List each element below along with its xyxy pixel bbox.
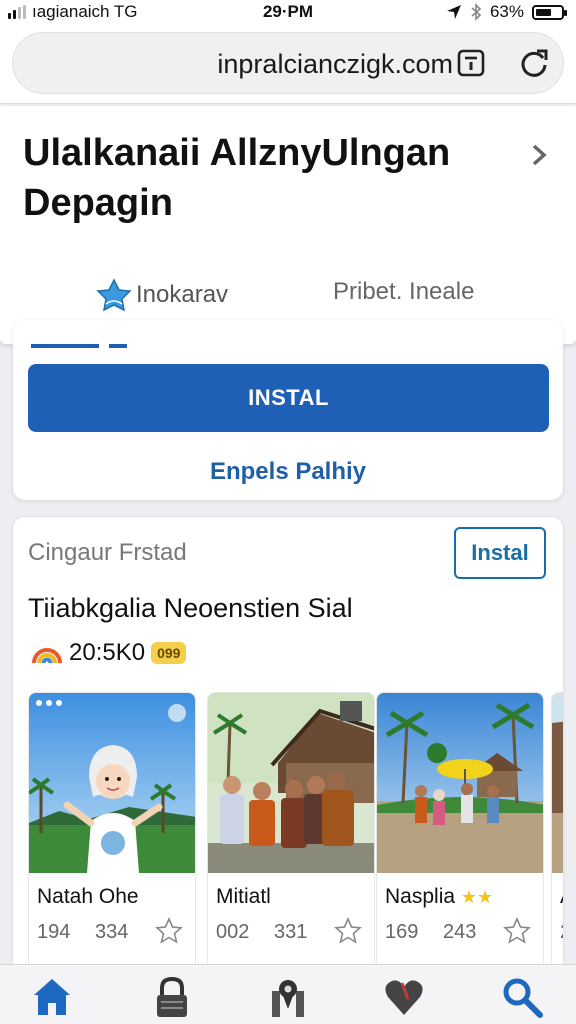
reload-icon[interactable] xyxy=(517,46,551,80)
address-bar[interactable]: inpralcianczigk.com xyxy=(12,32,564,94)
heart-icon[interactable] xyxy=(382,975,426,1019)
screenshot-title: Aa xyxy=(560,885,563,909)
star-outline-icon[interactable] xyxy=(334,917,362,945)
page-header: Ulalkanaii AllznyUlngan Depagin Inokarav… xyxy=(0,106,576,344)
tab-inokarav[interactable]: Inokarav xyxy=(96,278,228,312)
rating-count: 20:5K0 xyxy=(69,639,146,666)
rating-stars: ★★ xyxy=(460,887,494,907)
tab-indicator-secondary xyxy=(109,344,127,348)
screenshot-image-group xyxy=(208,693,374,873)
screenshot-count-a: 29 xyxy=(560,921,563,944)
search-icon[interactable] xyxy=(500,975,544,1019)
screenshot-count-b: 334 xyxy=(95,921,129,943)
status-bar: ıagianaich TG 29·PM 63% xyxy=(0,0,576,24)
install-button[interactable]: INSTAL xyxy=(28,364,549,432)
screenshot-image-house xyxy=(552,693,563,873)
battery-icon xyxy=(532,4,567,20)
screenshot-image-village xyxy=(377,693,543,873)
screenshot-image-child xyxy=(29,693,195,873)
battery-percent: 63% xyxy=(489,2,524,21)
map-pin-icon[interactable] xyxy=(266,975,310,1019)
install-card: INSTAL Enpels Palhiy xyxy=(13,320,563,500)
screenshot-title-text: Nasplia xyxy=(385,885,456,908)
screenshot-title: Mitiatl xyxy=(216,885,271,908)
tab-pribet[interactable]: Pribet. Ineale xyxy=(333,278,474,306)
screenshot-title: Nasplia ★★ xyxy=(385,885,493,909)
rating-badge: 099 xyxy=(151,642,187,664)
app-category: Cingaur Frstad xyxy=(28,539,187,566)
tab-label: Inokarav xyxy=(136,281,229,308)
screenshot-count-b: 331 xyxy=(274,921,308,943)
tab-label: Pribet. Ineale xyxy=(333,278,475,305)
screenshot-title: Natah Ohe xyxy=(37,885,139,908)
battery-fill xyxy=(536,8,552,16)
location-arrow-icon xyxy=(446,5,461,19)
screenshot-count-a: 169 xyxy=(385,921,419,943)
chevron-right-icon[interactable] xyxy=(526,136,554,174)
browser-toolbar: inpralcianczigk.com xyxy=(0,24,576,104)
page-title: Ulalkanaii AllznyUlngan Depagin xyxy=(23,128,503,228)
screenshot-count-a: 194 xyxy=(37,921,71,943)
screenshot-count-a: 002 xyxy=(216,921,250,943)
home-icon[interactable] xyxy=(30,975,74,1019)
lock-icon[interactable] xyxy=(150,975,194,1019)
star-outline-icon[interactable] xyxy=(503,917,531,945)
bottom-nav xyxy=(0,964,576,1024)
screenshot-count-b: 243 xyxy=(443,921,477,943)
star-outline-icon[interactable] xyxy=(155,917,183,945)
instal-button[interactable]: Instal xyxy=(454,527,546,579)
reader-icon[interactable] xyxy=(455,47,487,79)
page-title-line1: Ulalkanaii AllznyUlngan xyxy=(23,132,451,174)
bluetooth-icon xyxy=(471,3,482,21)
tab-indicator xyxy=(31,344,99,348)
app-name: Tiiabkgalia Neoenstien Sial xyxy=(28,593,353,623)
page-title-line2: Depagin xyxy=(23,182,173,224)
status-right: 63% xyxy=(446,2,567,22)
star-badge-icon xyxy=(96,278,132,312)
url-text[interactable]: inpralcianczigk.com xyxy=(13,49,453,80)
details-link[interactable]: Enpels Palhiy xyxy=(13,458,563,486)
app-rating: 20:5K0 099 xyxy=(31,637,187,669)
app-card: Cingaur Frstad Instal Tiiabkgalia Neoens… xyxy=(13,517,563,1024)
rainbow-icon xyxy=(32,648,62,664)
